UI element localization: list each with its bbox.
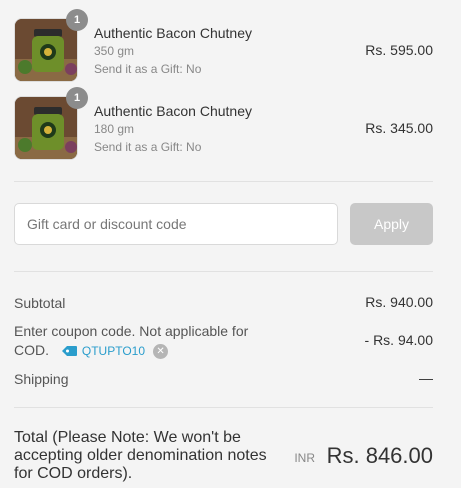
coupon-label: Enter coupon code. Not applicable for CO…: [14, 322, 274, 361]
product-price: Rs. 595.00: [365, 42, 433, 58]
divider: [14, 407, 433, 408]
gift-note: Send it as a Gift: No: [94, 62, 202, 76]
product-name: Authentic Bacon Chutney: [94, 103, 252, 119]
subtotal-value: Rs. 940.00: [365, 294, 433, 310]
discount-row: Apply: [14, 203, 433, 245]
line-item: 1 Authentic Bacon Chutney 180 gm Send it…: [14, 87, 433, 174]
shipping-value: —: [419, 370, 433, 386]
product-price: Rs. 345.00: [365, 120, 433, 136]
product-variant: 350 gm: [94, 44, 135, 58]
total-value: Rs. 846.00: [326, 443, 433, 468]
apply-button[interactable]: Apply: [350, 203, 433, 245]
remove-coupon-icon[interactable]: ✕: [153, 343, 169, 359]
line-item: 1 Authentic Bacon Chutney 350 gm Send it…: [14, 9, 433, 96]
total-currency: INR: [294, 451, 315, 465]
subtotal-label: Subtotal: [14, 295, 66, 311]
total-label: Total (Please Note: We won't be acceptin…: [14, 429, 267, 482]
product-thumbnail: 1: [14, 87, 88, 160]
item-info: Authentic Bacon Chutney 350 gm Send it a…: [94, 24, 252, 78]
quantity-badge: 1: [66, 87, 88, 109]
coupon-label-line2: COD.: [14, 342, 49, 358]
product-variant: 180 gm: [94, 122, 135, 136]
divider: [14, 181, 433, 182]
coupon-code: QTUPTO10: [81, 343, 146, 358]
line-items: 1 Authentic Bacon Chutney 350 gm Send it…: [14, 9, 433, 174]
coupon-discount-value: - Rs. 94.00: [364, 332, 433, 348]
product-name: Authentic Bacon Chutney: [94, 25, 252, 41]
tag-icon: [61, 346, 77, 357]
divider: [14, 271, 433, 272]
item-info: Authentic Bacon Chutney 180 gm Send it a…: [94, 102, 252, 156]
discount-code-input[interactable]: [14, 203, 338, 245]
order-summary: Subtotal Rs. 940.00 Enter coupon code. N…: [14, 294, 433, 394]
shipping-label: Shipping: [14, 371, 69, 387]
product-thumbnail: 1: [14, 9, 88, 82]
quantity-badge: 1: [66, 9, 88, 31]
order-total: Total (Please Note: We won't be acceptin…: [14, 429, 433, 485]
gift-note: Send it as a Gift: No: [94, 140, 202, 154]
applied-coupon: QTUPTO10 ✕: [61, 342, 169, 361]
coupon-label-line1: Enter coupon code. Not applicable for: [14, 323, 249, 339]
